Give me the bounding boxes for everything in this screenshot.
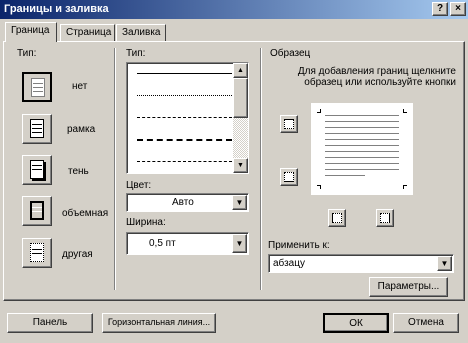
window-title: Границы и заливка	[4, 3, 109, 15]
title-bar: Границы и заливка ? ×	[0, 0, 468, 19]
style-list-scrollbar[interactable]: ▲ ▼	[233, 63, 248, 173]
setting-custom-button[interactable]	[22, 238, 52, 268]
cancel-button[interactable]: Отмена	[393, 313, 459, 333]
style-dash-line[interactable]	[137, 139, 232, 141]
tab-borders-label: Граница	[11, 25, 50, 36]
setting-custom-label: другая	[62, 249, 93, 260]
setting-label: Тип:	[17, 48, 37, 59]
style-small-dash-line[interactable]	[137, 117, 232, 118]
left-border-icon	[332, 213, 342, 223]
setting-3d-button[interactable]	[22, 196, 52, 226]
apply-to-label: Применить к:	[268, 240, 330, 251]
help-button[interactable]: ?	[432, 2, 448, 16]
setting-none-button[interactable]	[22, 72, 52, 102]
setting-3d-label: объемная	[62, 208, 109, 219]
bottom-border-icon	[284, 172, 294, 182]
tab-page-border[interactable]: Страница	[60, 24, 115, 41]
tab-page-border-label: Страница	[66, 27, 112, 38]
width-dropdown-icon[interactable]: ▼	[232, 234, 247, 253]
color-value: Авто	[172, 197, 194, 208]
horizontal-line-button[interactable]: Горизонтальная линия...	[102, 313, 216, 333]
setting-box-button[interactable]	[22, 114, 52, 144]
width-value: 0,5 пт	[149, 238, 176, 249]
apply-to-combo[interactable]: абзацу ▼	[268, 254, 454, 273]
top-border-icon	[284, 119, 294, 129]
setting-box-label: рамка	[67, 124, 96, 135]
width-combo[interactable]: 0,5 пт ▼	[126, 232, 249, 255]
apply-to-value: абзацу	[273, 258, 305, 269]
style-label: Тип:	[126, 48, 146, 59]
separator-left	[114, 48, 116, 290]
top-border-button[interactable]	[280, 115, 298, 133]
bottom-border-button[interactable]	[280, 168, 298, 186]
separator-right	[260, 48, 262, 290]
tab-shading-label: Заливка	[122, 27, 161, 38]
style-solid-line[interactable]	[137, 73, 232, 74]
preview-area[interactable]	[311, 103, 413, 195]
apply-to-dropdown-icon[interactable]: ▼	[437, 256, 452, 271]
width-label: Ширина:	[126, 217, 166, 228]
scroll-down-arrow-icon[interactable]: ▼	[233, 158, 248, 173]
color-label: Цвет:	[126, 180, 152, 191]
setting-shadow-label: тень	[68, 166, 89, 177]
right-border-icon	[380, 213, 390, 223]
scroll-thumb[interactable]	[233, 78, 248, 118]
ok-button[interactable]: ОК	[323, 313, 389, 333]
setting-none-label: нет	[72, 81, 88, 92]
preview-hint: Для добавления границ щелкните образец и…	[297, 66, 456, 88]
color-combo[interactable]: Авто ▼	[126, 193, 249, 212]
options-button[interactable]: Параметры...	[369, 277, 448, 297]
style-dotted-line[interactable]	[137, 95, 232, 96]
color-dropdown-icon[interactable]: ▼	[232, 195, 247, 210]
right-border-button[interactable]	[376, 209, 394, 227]
tab-borders[interactable]: Граница	[5, 22, 57, 42]
scroll-up-arrow-icon[interactable]: ▲	[233, 63, 248, 78]
style-dash-dot-line[interactable]	[137, 161, 232, 162]
style-list[interactable]: ▲ ▼	[126, 62, 249, 174]
tab-shading[interactable]: Заливка	[116, 24, 166, 41]
toolbar-button[interactable]: Панель	[7, 313, 93, 333]
setting-shadow-button[interactable]	[22, 155, 52, 185]
left-border-button[interactable]	[328, 209, 346, 227]
close-button[interactable]: ×	[450, 2, 466, 16]
preview-label: Образец	[270, 48, 311, 59]
